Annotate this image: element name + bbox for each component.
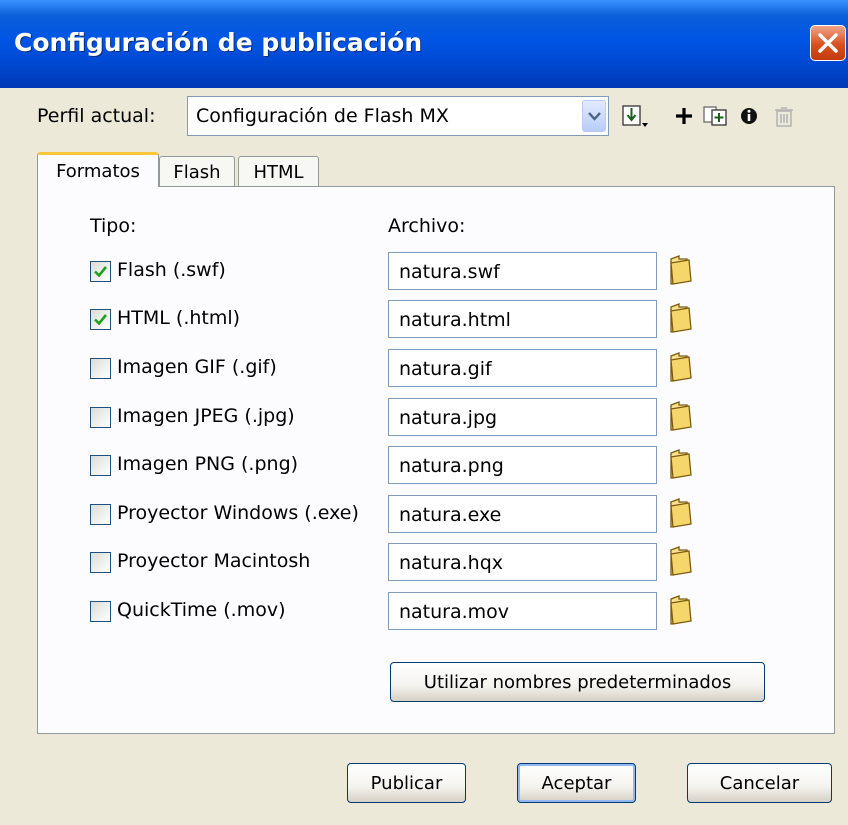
cancel-button[interactable]: Cancelar (687, 763, 832, 803)
folder-icon (670, 546, 692, 576)
folder-icon (670, 352, 692, 382)
use-default-names-button[interactable]: Utilizar nombres predeterminados (390, 662, 765, 702)
close-icon (818, 33, 838, 53)
file-name-value: natura.hqx (399, 552, 504, 574)
file-name-input[interactable]: natura.swf (388, 252, 657, 290)
ok-button[interactable]: Aceptar (517, 763, 636, 803)
format-label[interactable]: Proyector Macintosh (117, 550, 310, 572)
import-export-icon (622, 105, 648, 127)
format-label[interactable]: Proyector Windows (.exe) (117, 502, 359, 524)
ok-label: Aceptar (541, 772, 612, 794)
type-header: Tipo: (90, 215, 137, 237)
publish-button[interactable]: Publicar (347, 763, 466, 803)
profile-select[interactable]: Configuración de Flash MX (187, 96, 609, 136)
profile-label: Perfil actual: (37, 105, 156, 127)
format-label[interactable]: HTML (.html) (117, 307, 240, 329)
format-checkbox[interactable] (90, 504, 111, 525)
tab-flash-label: Flash (173, 161, 221, 183)
title-bar: Configuración de publicación (0, 0, 848, 88)
file-name-value: natura.png (399, 455, 504, 477)
file-name-input[interactable]: natura.jpg (388, 398, 657, 436)
checkmark-icon (94, 266, 108, 278)
tab-formatos[interactable]: Formatos (37, 152, 159, 187)
browse-folder-button[interactable] (667, 253, 695, 287)
format-checkbox[interactable] (90, 309, 111, 330)
folder-icon (670, 498, 692, 528)
file-name-input[interactable]: natura.html (388, 300, 657, 338)
folder-icon (670, 303, 692, 333)
browse-folder-button[interactable] (667, 496, 695, 530)
format-checkbox[interactable] (90, 455, 111, 476)
file-name-input[interactable]: natura.hqx (388, 543, 657, 581)
duplicate-profile-button[interactable] (701, 100, 731, 132)
tab-formatos-label: Formatos (56, 160, 140, 182)
browse-folder-button[interactable] (667, 447, 695, 481)
format-label[interactable]: Imagen GIF (.gif) (117, 356, 277, 378)
window-title: Configuración de publicación (14, 28, 423, 57)
delete-profile-button[interactable] (769, 100, 799, 132)
add-profile-button[interactable] (669, 100, 699, 132)
browse-folder-button[interactable] (667, 301, 695, 335)
cancel-label: Cancelar (719, 772, 800, 794)
format-label[interactable]: Imagen PNG (.png) (117, 453, 298, 475)
tab-html[interactable]: HTML (238, 156, 319, 187)
duplicate-icon (703, 106, 727, 126)
format-checkbox[interactable] (90, 261, 111, 282)
folder-icon (670, 255, 692, 285)
file-name-input[interactable]: natura.gif (388, 349, 657, 387)
folder-icon (670, 595, 692, 625)
format-label[interactable]: Flash (.swf) (117, 259, 226, 281)
browse-folder-button[interactable] (667, 350, 695, 384)
publish-label: Publicar (370, 772, 443, 794)
close-button[interactable] (810, 25, 846, 61)
file-header: Archivo: (388, 215, 466, 237)
use-default-names-label: Utilizar nombres predeterminados (423, 671, 732, 693)
tab-flash[interactable]: Flash (159, 156, 235, 187)
profile-info-button[interactable] (734, 100, 764, 132)
import-export-button[interactable] (620, 100, 650, 132)
file-name-input[interactable]: natura.mov (388, 592, 657, 630)
browse-folder-button[interactable] (667, 544, 695, 578)
profile-value: Configuración de Flash MX (196, 105, 449, 127)
file-name-value: natura.exe (399, 504, 502, 526)
profile-dropdown-button[interactable] (582, 100, 606, 132)
format-checkbox[interactable] (90, 358, 111, 379)
format-checkbox[interactable] (90, 407, 111, 428)
file-name-input[interactable]: natura.exe (388, 495, 657, 533)
checkmark-icon (94, 314, 108, 326)
format-checkbox[interactable] (90, 552, 111, 573)
tab-html-label: HTML (253, 161, 304, 183)
format-checkbox[interactable] (90, 601, 111, 622)
delete-icon (775, 107, 793, 127)
file-name-value: natura.jpg (399, 407, 498, 429)
file-name-value: natura.swf (399, 261, 500, 283)
format-label[interactable]: Imagen JPEG (.jpg) (117, 405, 295, 427)
format-label[interactable]: QuickTime (.mov) (117, 599, 286, 621)
file-name-value: natura.html (399, 309, 511, 331)
file-name-value: natura.gif (399, 358, 492, 380)
file-name-value: natura.mov (399, 601, 510, 623)
add-icon (676, 108, 692, 124)
file-name-input[interactable]: natura.png (388, 446, 657, 484)
chevron-down-icon (588, 112, 601, 121)
browse-folder-button[interactable] (667, 399, 695, 433)
browse-folder-button[interactable] (667, 593, 695, 627)
folder-icon (670, 401, 692, 431)
info-icon (741, 108, 757, 124)
folder-icon (670, 449, 692, 479)
